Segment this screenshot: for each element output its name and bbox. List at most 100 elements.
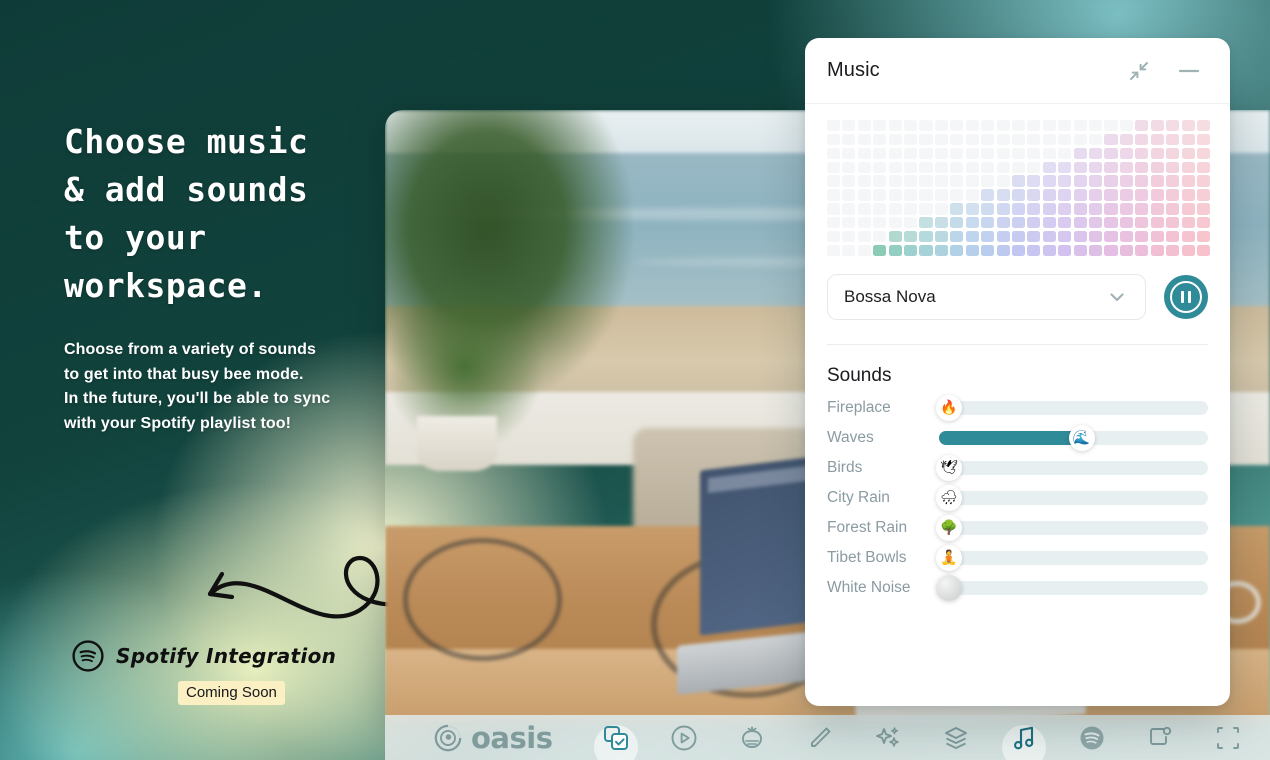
visualizer-cell [888, 230, 902, 243]
sound-slider[interactable]: 🧘 [936, 545, 1208, 572]
visualizer-cell [996, 133, 1010, 146]
visualizer-cell [1150, 230, 1164, 243]
visualizer-cell [1011, 230, 1025, 243]
slider-thumb-tree-icon[interactable]: 🌳 [936, 515, 962, 542]
headline-line: workspace. [64, 266, 268, 305]
toolbar-item-tasks[interactable] [582, 715, 650, 760]
collapse-diagonal-icon[interactable] [1126, 58, 1152, 84]
hero-subcopy: Choose from a variety of sounds to get i… [64, 338, 384, 436]
visualizer-cell [1135, 161, 1149, 173]
toolbar-item-fullscreen[interactable] [1194, 715, 1262, 760]
visualizer-cell [950, 244, 964, 257]
sound-slider[interactable]: 🌳 [936, 515, 1208, 542]
visualizer-cell [1058, 120, 1072, 132]
sound-label: Tibet Bowls [827, 549, 907, 567]
sound-label: Forest Rain [827, 519, 908, 537]
visualizer-cell [827, 133, 841, 146]
visualizer-cell [1058, 244, 1072, 257]
slider-thumb-bird-icon[interactable]: 🕊 [936, 455, 962, 482]
app-toolbar[interactable]: oasis [385, 715, 1270, 760]
spotify-annotation: Spotify Integration Coming Soon [64, 548, 442, 718]
sound-slider[interactable]: 🌊 [939, 425, 1208, 452]
visualizer-cell [1104, 120, 1118, 132]
visualizer-cell [1027, 175, 1041, 187]
visualizer-cell [1073, 244, 1087, 257]
sound-slider[interactable] [936, 575, 1208, 602]
sound-slider[interactable]: 🌧 [936, 485, 1208, 512]
visualizer-cell [1181, 147, 1195, 160]
visualizer-cell [1135, 230, 1149, 243]
visualizer-cell [1196, 161, 1210, 173]
minimize-icon[interactable] [1176, 58, 1202, 84]
hero-copy: Choose music & add sounds to your worksp… [64, 118, 384, 436]
visualizer-cell [827, 175, 841, 187]
visualizer-cell [919, 230, 933, 243]
visualizer-cell [1089, 216, 1103, 229]
slider-thumb-wave-icon[interactable]: 🌊 [1068, 425, 1095, 452]
visualizer-cell [965, 189, 979, 201]
visualizer-cell [1073, 189, 1087, 201]
visualizer-cell [1042, 230, 1056, 243]
slider-thumb-rain-cloud-icon[interactable]: 🌧 [936, 485, 962, 512]
visualizer-cell [1104, 189, 1118, 201]
visualizer-cell [981, 244, 995, 257]
visualizer-cell [1073, 120, 1087, 132]
pencil-icon [811, 727, 831, 747]
music-visualizer-wrap [805, 104, 1230, 257]
visualizer-cell [842, 244, 856, 257]
sound-row: Birds 🕊 [805, 447, 1230, 482]
visualizer-cell [873, 147, 887, 160]
play-pause-button[interactable] [1164, 275, 1208, 320]
toolbar-item-notes[interactable] [786, 715, 854, 760]
visualizer-cell [857, 244, 871, 257]
toolbar-item-spotify[interactable] [1058, 715, 1126, 760]
headline-line: to your [64, 218, 207, 257]
slider-thumb-meditation-icon[interactable]: 🧘 [936, 545, 962, 572]
visualizer-cell [904, 147, 918, 160]
visualizer-cell [996, 216, 1010, 229]
sound-row: Fireplace 🔥 [805, 387, 1230, 422]
visualizer-cell [1135, 175, 1149, 187]
slider-thumb-fire-icon[interactable]: 🔥 [936, 395, 962, 422]
visualizer-cell [1073, 133, 1087, 146]
visualizer-cell [1042, 161, 1056, 173]
visualizer-cell [1011, 244, 1025, 257]
sound-slider[interactable]: 🕊 [936, 455, 1208, 482]
visualizer-cell [1027, 161, 1041, 173]
toolbar-item-pomodoro[interactable] [718, 715, 786, 760]
visualizer-cell [888, 216, 902, 229]
brand[interactable]: oasis [433, 720, 553, 755]
sound-row: Waves 🌊 [805, 417, 1230, 452]
visualizer-cell [919, 120, 933, 132]
slider-thumb-white-circle-icon[interactable] [936, 575, 962, 602]
toolbar-item-music[interactable] [990, 715, 1058, 760]
visualizer-cell [1104, 147, 1118, 160]
visualizer-cell [934, 133, 948, 146]
visualizer-cell [1150, 216, 1164, 229]
visualizer-cell [1181, 161, 1195, 173]
toolbar-item-effects[interactable] [854, 715, 922, 760]
visualizer-cell [1150, 147, 1164, 160]
visualizer-cell [981, 133, 995, 146]
toolbar-item-screenshot[interactable] [1126, 715, 1194, 760]
expand-corners-icon [1217, 726, 1240, 749]
visualizer-cell [1073, 175, 1087, 187]
subcopy-line: with your Spotify playlist too! [64, 414, 292, 432]
visualizer-cell [1150, 244, 1164, 257]
visualizer-cell [857, 216, 871, 229]
visualizer-cell [1027, 133, 1041, 146]
sound-slider[interactable]: 🔥 [936, 395, 1208, 422]
visualizer-cell [919, 216, 933, 229]
visualizer-cell [1058, 203, 1072, 215]
visualizer-cell [873, 244, 887, 257]
visualizer-cell [1011, 147, 1025, 160]
visualizer-cell [1196, 133, 1210, 146]
toolbar-item-player[interactable] [650, 715, 718, 760]
brand-name: oasis [471, 720, 553, 755]
visualizer-cell [1011, 175, 1025, 187]
visualizer-cell [857, 147, 871, 160]
visualizer-cell [857, 120, 871, 132]
toolbar-item-layers[interactable] [922, 715, 990, 760]
slider-track [939, 461, 1208, 476]
track-select[interactable]: Bossa Nova [827, 274, 1146, 321]
